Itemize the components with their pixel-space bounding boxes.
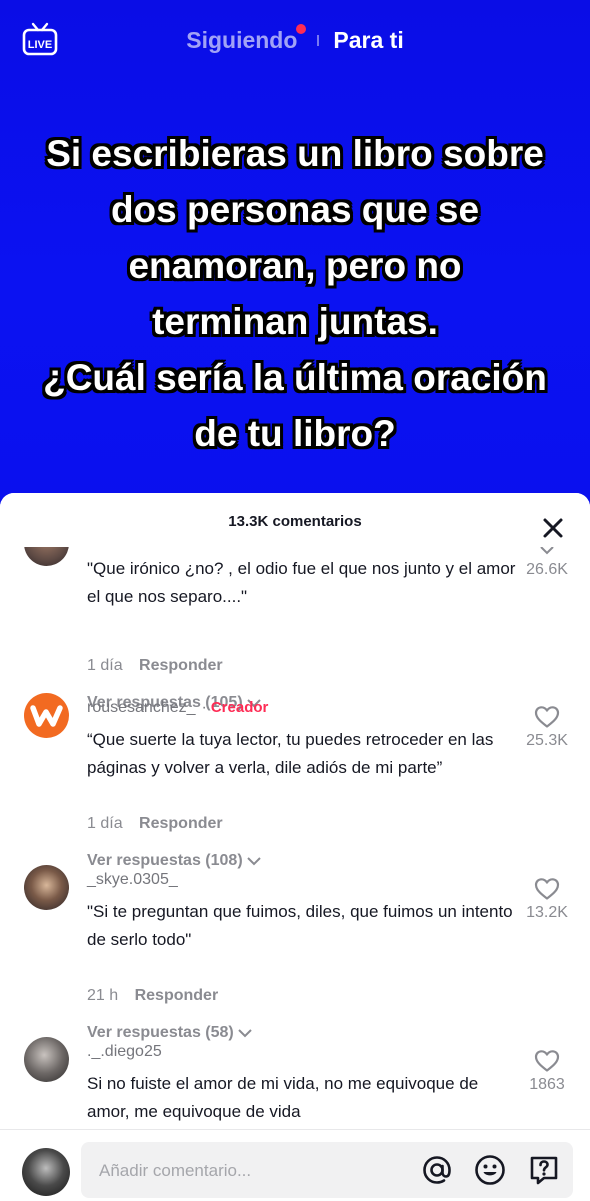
question-comment-icon[interactable] — [528, 1154, 560, 1186]
reply-button[interactable]: Responder — [135, 987, 219, 1004]
comment-meta: 21 h Responder — [87, 987, 218, 1005]
comments-sheet: 26.6K "Que irónico ¿no? , el odio fue el… — [0, 493, 590, 1200]
comment-time: 21 h — [87, 987, 119, 1004]
reply-button[interactable]: Responder — [139, 815, 223, 832]
heart-outline-icon — [534, 706, 560, 728]
user-avatar[interactable] — [24, 1037, 69, 1082]
comment-text: "Si te preguntan que fuimos, diles, que … — [87, 902, 513, 949]
comment-meta: 1 día Responder — [87, 657, 223, 675]
like-count: 1863 — [529, 1076, 565, 1093]
video-player[interactable]: LIVE Siguiendo Para ti Si escribieras un… — [0, 0, 590, 520]
comment-count: 13.3K comentarios — [228, 513, 362, 530]
comment-meta: 1 día Responder — [87, 815, 223, 833]
creator-badge: Creador — [210, 699, 269, 716]
comment-username[interactable]: rousesanchez_ · Creador — [87, 699, 268, 717]
comment-username[interactable]: _skye.0305_ — [87, 871, 178, 889]
wattpad-logo-icon — [30, 705, 63, 727]
comment-input-box[interactable] — [81, 1142, 573, 1200]
heart-outline-icon — [534, 1050, 560, 1072]
view-replies-label: Ver respuestas (58) — [87, 1024, 234, 1041]
comment-time: 1 día — [87, 657, 123, 674]
like-count: 25.3K — [526, 732, 568, 749]
comments-header: 13.3K comentarios — [0, 493, 590, 547]
notification-dot — [296, 23, 307, 34]
tab-separator — [317, 34, 320, 46]
chevron-down-icon — [246, 857, 261, 866]
comment-text: Si no fuiste el amor de mi vida, no me e… — [87, 1074, 479, 1121]
view-replies-button[interactable]: Ver respuestas (58) — [87, 1024, 253, 1042]
user-avatar[interactable] — [24, 865, 69, 910]
username-text: rousesanchez_ — [87, 699, 196, 716]
chevron-down-icon — [238, 1029, 252, 1038]
comment-input-bar — [0, 1129, 590, 1201]
heart-outline-icon — [534, 878, 560, 900]
comment-username[interactable]: ._.diego25 — [87, 1043, 162, 1061]
like-button[interactable]: 25.3K — [516, 705, 578, 750]
comment-text: “Que suerte la tuya lector, tu puedes re… — [87, 730, 494, 777]
feed-tabs: Siguiendo Para ti — [0, 23, 590, 56]
user-avatar[interactable] — [24, 693, 69, 738]
like-count: 13.2K — [526, 904, 568, 921]
comment-time: 1 día — [87, 815, 123, 832]
comment-input[interactable] — [97, 1142, 401, 1200]
view-replies-button[interactable]: Ver respuestas (108) — [87, 852, 262, 870]
close-icon[interactable] — [542, 517, 564, 539]
video-caption: Si escribieras un libro sobre dos person… — [43, 133, 547, 454]
like-button[interactable]: 26.6K — [516, 545, 578, 579]
current-user-avatar — [22, 1148, 70, 1196]
tab-following[interactable]: Siguiendo — [186, 23, 307, 54]
like-count: 26.6K — [526, 561, 568, 578]
tab-for-you[interactable]: Para ti — [333, 27, 403, 54]
comment-text: "Que irónico ¿no? , el odio fue el que n… — [87, 559, 516, 606]
like-button[interactable]: 13.2K — [516, 877, 578, 922]
emoji-icon[interactable] — [474, 1154, 506, 1186]
tab-following-label: Siguiendo — [186, 26, 298, 53]
reply-button[interactable]: Responder — [139, 657, 223, 674]
at-sign-icon[interactable] — [421, 1154, 453, 1186]
like-button[interactable]: 1863 — [516, 1049, 578, 1094]
view-replies-label: Ver respuestas (108) — [87, 852, 243, 869]
